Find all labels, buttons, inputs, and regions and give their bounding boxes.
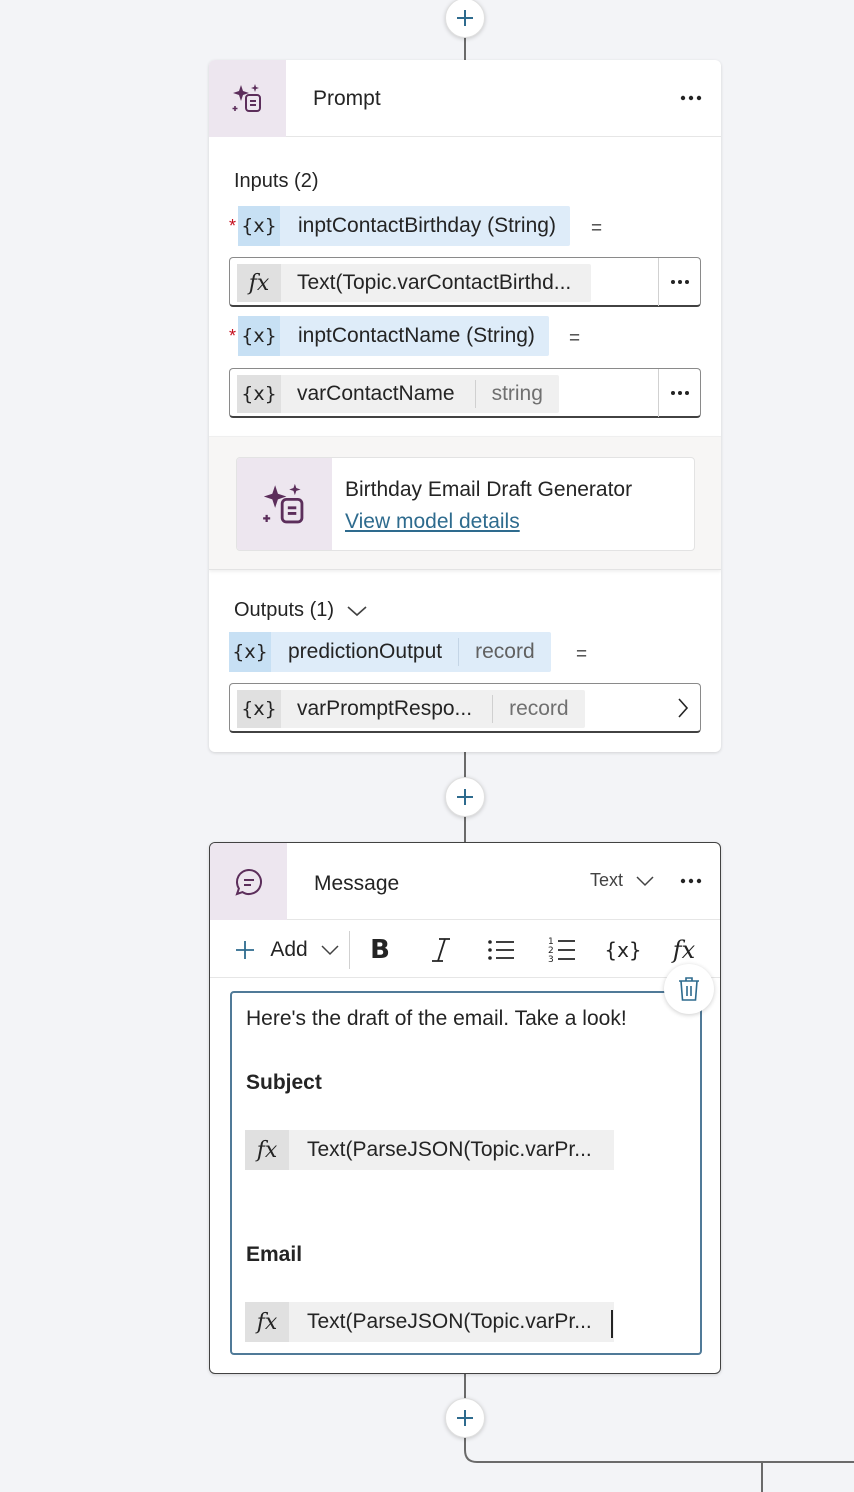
email-heading: Email [246,1243,303,1266]
variable-icon: {x} [237,690,281,728]
message-node-header: Message Text [210,843,720,920]
plus-icon [457,10,473,26]
email-formula-chip[interactable]: fx Text(ParseJSON(Topic.varPr... [245,1302,614,1342]
variable-icon: {x} [229,632,271,672]
insert-variable-button[interactable]: {x} [602,921,644,978]
input-parameter-name: inptContactBirthday (String) [298,214,556,237]
input-value-more-button[interactable] [658,369,700,417]
add-label: Add [270,937,308,961]
italic-icon [432,937,450,962]
model-card[interactable]: Birthday Email Draft Generator View mode… [236,457,695,551]
formula-fx-icon: fx [245,1130,289,1170]
output-parameter-chip[interactable]: {x} predictionOutput record [229,632,551,672]
text-caret [611,1310,613,1338]
required-marker: * [229,326,237,346]
outputs-label-text: Outputs (1) [234,599,335,621]
subject-formula-text: Text(ParseJSON(Topic.varPr... [307,1138,592,1161]
toolbar-divider [349,931,350,969]
formula-fx-icon: fx [672,935,696,964]
message-node-card[interactable]: Message Text Add B 1 2 3 {x} fx Here's t… [209,842,721,1374]
equals-sign: = [591,218,603,239]
input-value-field[interactable]: fx Text(Topic.varContactBirthd... [229,257,701,307]
italic-button[interactable] [423,921,459,978]
bold-icon: B [370,934,390,965]
equals-sign: = [569,328,581,349]
input-parameter-name: inptContactName (String) [298,324,535,347]
inputs-label: Inputs (2) [234,170,319,192]
add-node-button-middle[interactable] [445,777,485,817]
message-icon [210,843,287,920]
bulleted-list-button[interactable] [483,921,519,978]
email-formula-text: Text(ParseJSON(Topic.varPr... [307,1310,592,1333]
output-variable-chip[interactable]: {x} varPromptRespo... record [237,690,585,728]
required-marker: * [229,216,237,236]
svg-text:3: 3 [548,955,554,964]
model-section: Birthday Email Draft Generator View mode… [209,436,721,570]
output-parameter-name: predictionOutput [288,640,443,663]
subject-heading: Subject [246,1071,322,1094]
message-toolbar: Add B 1 2 3 {x} fx [210,921,720,978]
numbered-list-icon: 1 2 3 [548,937,575,964]
more-icon [680,878,702,884]
chevron-down-icon [636,875,654,886]
formula-fx-icon: fx [237,264,281,302]
more-icon [670,280,689,284]
variable-value-type: string [474,380,559,408]
output-target-field[interactable]: {x} varPromptRespo... record [229,683,701,733]
message-node-title: Message [314,872,400,895]
more-icon [670,391,689,395]
plus-icon [457,1410,473,1426]
formula-text: Text(Topic.varContactBirthd... [297,271,572,294]
chevron-right-icon[interactable] [676,697,690,724]
chevron-down-icon [321,944,339,955]
prompt-node-card[interactable]: Prompt Inputs (2) * {x} inptContactBirth… [209,60,721,752]
message-text-editor[interactable]: Here's the draft of the email. Take a lo… [230,991,702,1355]
formula-chip[interactable]: fx Text(Topic.varContactBirthd... [237,264,592,302]
plus-icon [236,940,255,959]
prompt-model-icon [237,458,332,550]
outputs-label[interactable]: Outputs (1) [234,599,368,622]
connector-branch-curve [464,1440,854,1492]
bold-button[interactable]: B [362,921,398,978]
message-intro-text: Here's the draft of the email. Take a lo… [246,1007,627,1030]
output-variable-name: varPromptRespo... [297,697,473,720]
plus-icon [457,789,473,805]
trash-icon [679,977,699,1001]
view-model-details-link[interactable]: View model details [345,510,520,534]
add-dropdown-button[interactable]: Add [224,921,350,978]
input-parameter-chip[interactable]: {x} inptContactName (String) [238,316,549,356]
prompt-node-more-button[interactable] [675,86,707,110]
message-format-label: Text [590,870,624,890]
prompt-icon [209,60,286,137]
variable-icon: {x} [238,316,280,356]
model-name: Birthday Email Draft Generator [345,478,633,501]
more-icon [680,95,702,101]
prompt-node-title: Prompt [313,87,381,110]
subject-formula-chip[interactable]: fx Text(ParseJSON(Topic.varPr... [245,1130,614,1170]
variable-value-name: varContactName [297,382,455,405]
chevron-down-icon [347,605,367,616]
variable-icon: {x} [237,375,281,413]
bullet-list-icon [488,939,514,960]
formula-fx-icon: fx [245,1302,289,1342]
message-format-dropdown[interactable]: Text [590,870,655,891]
input-value-field[interactable]: {x} varContactName string [229,368,701,418]
variable-value-chip[interactable]: {x} varContactName string [237,375,559,413]
input-parameter-chip[interactable]: {x} inptContactBirthday (String) [238,206,570,246]
numbered-list-button[interactable]: 1 2 3 [544,921,580,978]
delete-message-button[interactable] [664,964,714,1014]
message-node-more-button[interactable] [675,869,707,893]
variable-icon: {x} [238,206,280,246]
prompt-node-header: Prompt [209,60,721,137]
variable-icon: {x} [604,937,642,962]
input-value-more-button[interactable] [658,258,700,306]
add-node-button-top[interactable] [445,0,485,38]
equals-sign: = [576,644,588,665]
add-node-button-bottom[interactable] [445,1398,485,1438]
output-variable-type: record [492,695,585,723]
output-parameter-type: record [458,638,551,666]
